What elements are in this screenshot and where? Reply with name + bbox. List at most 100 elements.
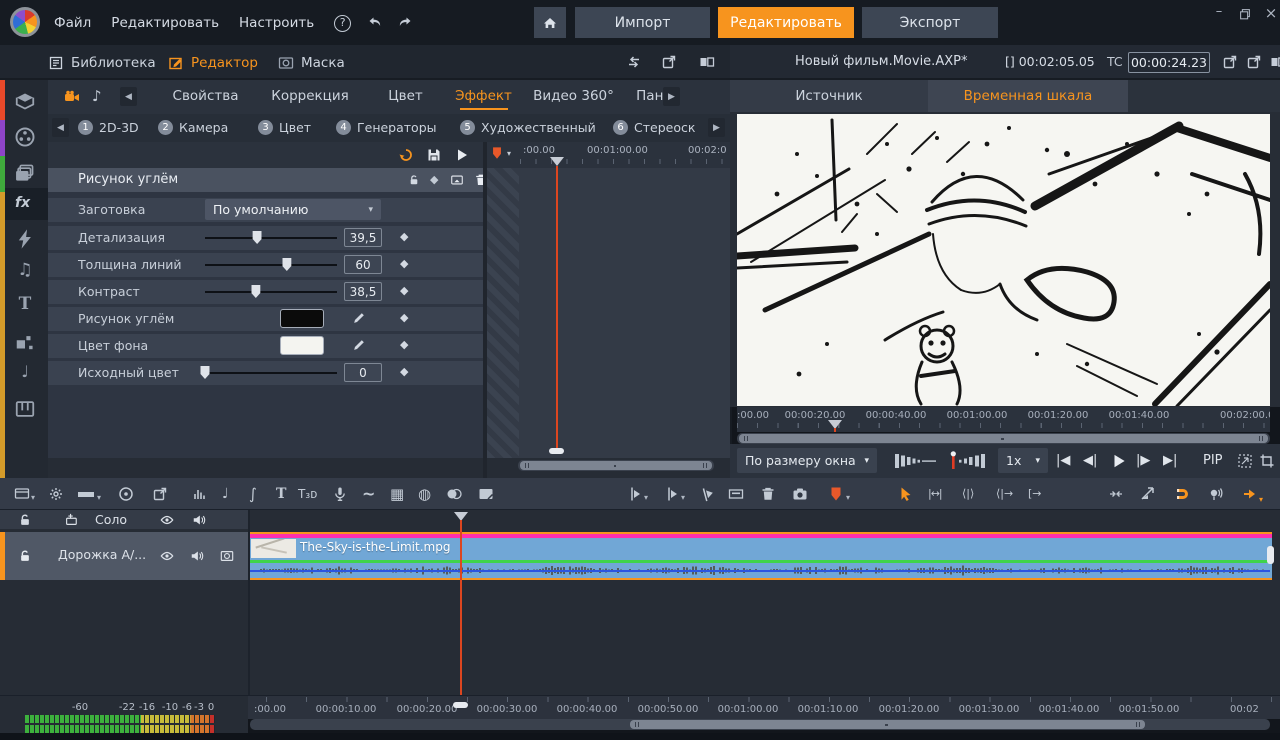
keyframe-diamond-button[interactable]: ◆ <box>400 230 408 243</box>
score-editor-icon[interactable]: ♩ <box>222 486 229 502</box>
keyframe-diamond-button[interactable]: ◆ <box>400 257 408 270</box>
crop-mode-icon[interactable] <box>1259 453 1275 469</box>
sidebar-bolt-icon[interactable] <box>14 228 36 250</box>
select-cursor-icon[interactable] <box>898 486 914 502</box>
color-picker-pen-icon[interactable] <box>352 311 366 325</box>
tab-effect[interactable]: Эффект <box>446 88 521 104</box>
wave-tool-icon[interactable]: ~ <box>362 486 375 502</box>
undock-panel-icon[interactable] <box>661 54 677 70</box>
charcoal-color-swatch[interactable] <box>280 309 324 328</box>
timecode-field[interactable]: 00:00:24.23 <box>1128 52 1210 73</box>
kf-scrub-handle[interactable] <box>549 448 564 454</box>
timeline-settings-gear-icon[interactable] <box>48 486 64 502</box>
audio-curve-icon[interactable]: ∫ <box>249 486 257 502</box>
tab-color[interactable]: Цвет <box>373 88 438 104</box>
title-safe-icon[interactable] <box>728 486 744 502</box>
timeline-scrub-handle[interactable] <box>453 702 468 708</box>
minimize-button[interactable]: – <box>1208 4 1230 19</box>
lock-all-icon[interactable] <box>18 513 32 527</box>
keyframe-diamond-button[interactable]: ◆ <box>400 338 408 351</box>
step-back-button[interactable]: ◀| <box>1083 453 1097 468</box>
audio-ducking-icon[interactable] <box>1108 486 1124 502</box>
eye-icon[interactable] <box>160 549 174 563</box>
marker-dropdown-icon[interactable]: ▾ <box>507 146 511 162</box>
edit-mode-button[interactable]: Редактировать <box>718 7 854 38</box>
tab-source[interactable]: Источник <box>730 80 928 112</box>
preview-frame[interactable] <box>737 114 1270 406</box>
clip-the-sky-is-the-limit[interactable]: The-Sky-is-the-Limit.mpg <box>250 532 1274 580</box>
undock-preview-icon[interactable] <box>1246 54 1262 70</box>
track-name[interactable]: Дорожка А/... <box>58 547 146 562</box>
menu-edit[interactable]: Редактировать <box>103 11 227 35</box>
trim-mode-icon[interactable]: |↔| <box>928 486 943 502</box>
panel-divider[interactable] <box>483 142 487 478</box>
swap-panes-icon[interactable] <box>626 54 642 70</box>
sidebar-music-icon[interactable]: ♫ <box>14 262 36 284</box>
solo-label[interactable]: Соло <box>95 512 127 527</box>
keyframe-diamond-button[interactable]: ◆ <box>400 284 408 297</box>
title-3d-icon[interactable]: T₃ᴅ <box>298 486 317 502</box>
play-button[interactable] <box>1110 452 1128 470</box>
preset-dropdown[interactable]: По умолчанию ▾ <box>205 199 381 220</box>
source-color-value[interactable]: 0 <box>344 363 382 382</box>
preview-scrollbar[interactable] <box>737 433 1270 444</box>
detail-slider[interactable] <box>205 226 337 250</box>
step-forward-button[interactable]: |▶ <box>1136 453 1150 468</box>
menu-file[interactable]: Файл <box>46 11 99 35</box>
fullscreen-preview-icon[interactable] <box>1222 54 1238 70</box>
timeline-layout-icon[interactable] <box>14 486 30 502</box>
preview-ruler[interactable]: :00.00 00:00:20.00 00:00:40.00 00:01:00.… <box>737 407 1270 432</box>
close-button[interactable]: × <box>1260 4 1280 22</box>
render-circle-icon[interactable]: ◍ <box>418 486 431 502</box>
audio-mixer-icon[interactable] <box>192 486 208 502</box>
reset-effect-icon[interactable] <box>398 147 414 163</box>
save-preset-icon[interactable] <box>426 147 442 163</box>
multicam-grid-icon[interactable]: ▦ <box>390 486 404 502</box>
preview-playhead-line[interactable] <box>834 428 836 432</box>
lock-track-icon[interactable] <box>18 549 32 563</box>
add-marker-pin-icon[interactable] <box>828 486 844 502</box>
contrast-value[interactable]: 38,5 <box>344 282 382 301</box>
kf-scrollbar[interactable] <box>518 460 714 471</box>
cat-artistic[interactable]: 5 Художественный <box>460 120 596 135</box>
slip-tool-icon[interactable]: ⟨|⟩ <box>962 486 974 502</box>
blend-circles-icon[interactable] <box>446 486 462 502</box>
cats-scroll-left[interactable]: ◀ <box>52 118 69 137</box>
sidebar-transitions-icon[interactable] <box>14 332 36 354</box>
thickness-value[interactable]: 60 <box>344 255 382 274</box>
dual-view-icon[interactable] <box>699 54 715 70</box>
tabs-scroll-right[interactable]: ▶ <box>663 87 680 106</box>
keyframe-ruler[interactable]: ▾ :00.00 00:01:00.00 00:02:0 <box>487 142 730 168</box>
cat-color[interactable]: 3 Цвет <box>258 120 311 135</box>
marker-pin-icon[interactable] <box>490 146 504 160</box>
magnet-snap-icon[interactable] <box>1174 486 1190 502</box>
tab-mask[interactable]: Маска <box>278 52 345 74</box>
delete-clip-icon[interactable] <box>760 486 776 502</box>
resize-mode-icon[interactable] <box>1237 453 1253 469</box>
title-editor-icon[interactable]: T <box>276 486 286 502</box>
seek-playhead-icon[interactable] <box>1242 486 1258 502</box>
help-icon[interactable]: ? <box>334 14 352 32</box>
sidebar-film-reel-icon[interactable] <box>14 126 36 148</box>
restore-button[interactable] <box>1238 7 1252 21</box>
tab-library[interactable]: Библиотека <box>48 52 156 74</box>
detail-value[interactable]: 39,5 <box>344 228 382 247</box>
video-stream-icon[interactable] <box>64 89 80 105</box>
redo-icon[interactable] <box>397 15 413 31</box>
speaker-icon[interactable] <box>190 549 204 563</box>
contrast-slider[interactable] <box>205 280 337 304</box>
timeline-playhead-line[interactable] <box>460 520 462 695</box>
dual-preview-icon[interactable] <box>1270 54 1280 70</box>
play-effect-icon[interactable] <box>454 147 470 163</box>
sidebar-keyboard-icon[interactable] <box>14 398 36 420</box>
thickness-slider[interactable] <box>205 253 337 277</box>
keyframe-diamond-button[interactable]: ◆ <box>400 311 408 324</box>
audio-scrub-icon[interactable] <box>1208 486 1224 502</box>
timeline-ruler[interactable]: :00.00 00:00:10.00 00:00:20.00 00:00:30.… <box>248 695 1280 719</box>
eye-icon[interactable] <box>160 513 174 527</box>
tab-editor[interactable]: Редактор <box>168 52 258 74</box>
export-clip-icon[interactable] <box>152 486 168 502</box>
razor-locked-icon[interactable] <box>698 484 718 504</box>
source-color-slider[interactable] <box>200 361 337 385</box>
tab-properties[interactable]: Свойства <box>153 88 258 104</box>
